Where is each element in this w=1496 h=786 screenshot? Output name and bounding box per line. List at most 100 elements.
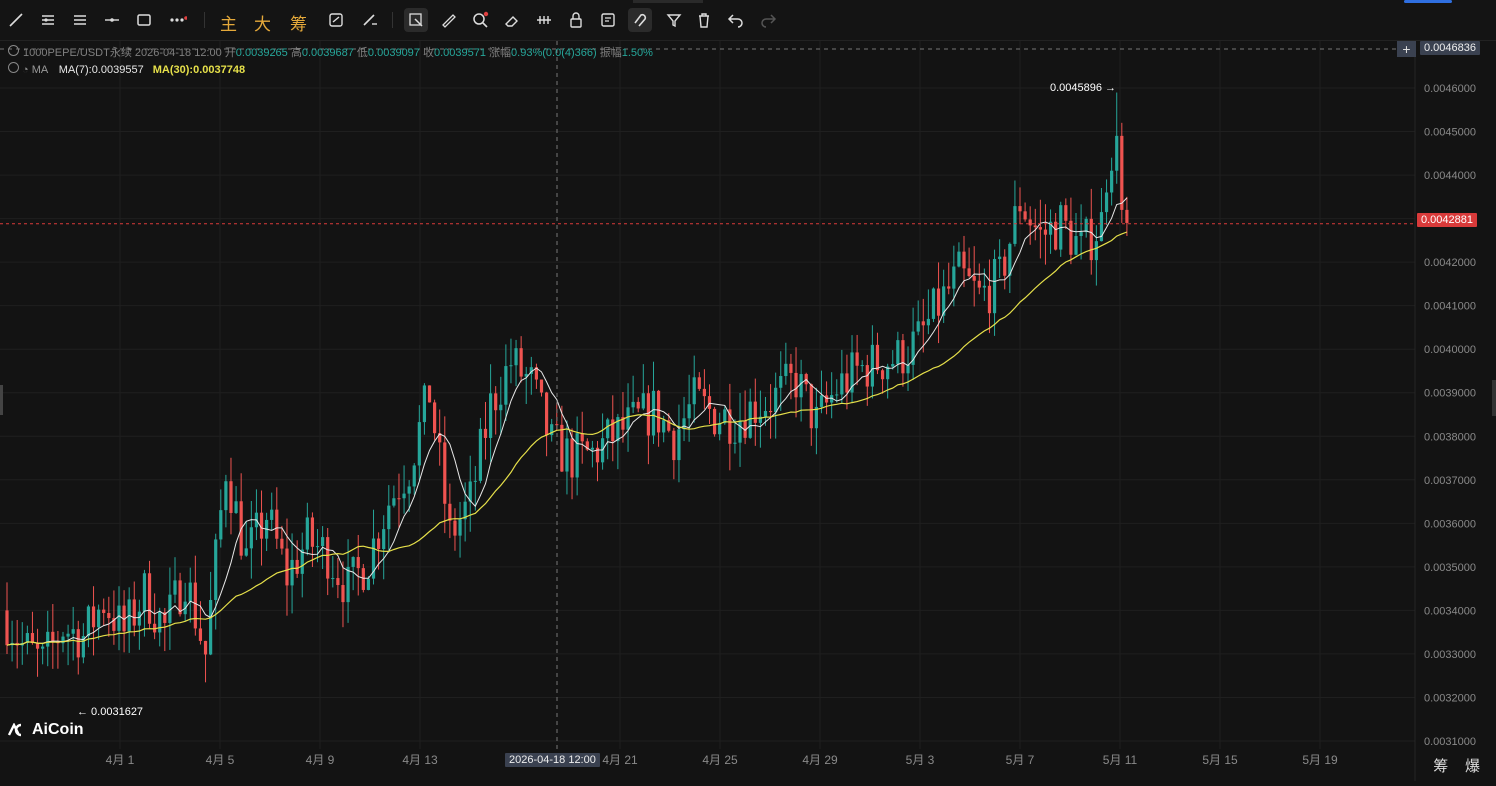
- measure-icon[interactable]: [532, 8, 556, 32]
- eraser-icon[interactable]: [500, 8, 524, 32]
- zoom-icon[interactable]: [468, 8, 492, 32]
- chart-canvas[interactable]: 0.00460000.00450000.00440000.00430000.00…: [0, 41, 1496, 781]
- candle-body: [1089, 218, 1093, 261]
- more-icon[interactable]: [166, 8, 190, 32]
- filter-icon[interactable]: [662, 8, 686, 32]
- high-label: 高: [290, 47, 302, 59]
- candle-body: [580, 433, 584, 442]
- y-tick-label: 0.0046000: [1424, 83, 1476, 95]
- toolbar-divider: [392, 12, 393, 28]
- candle-body: [947, 286, 951, 289]
- candle-body: [341, 585, 345, 603]
- candle-body: [784, 363, 788, 377]
- undo-icon[interactable]: [724, 8, 748, 32]
- redo-icon[interactable]: [756, 8, 780, 32]
- x-tick-label: 4月 13: [402, 753, 438, 767]
- open-value: 0.0039265: [235, 47, 288, 59]
- candle-body: [1043, 229, 1048, 235]
- candle-body: [1120, 135, 1124, 210]
- horizontal-lines-icon[interactable]: [68, 8, 92, 32]
- candle-body: [606, 419, 610, 439]
- candle-body: [351, 557, 355, 567]
- candle-body: [936, 288, 941, 316]
- candle-body: [697, 377, 701, 389]
- candle-body: [656, 390, 661, 433]
- candle-body: [880, 370, 885, 380]
- y-tick-label: 0.0039000: [1424, 388, 1476, 400]
- visibility-icon[interactable]: [8, 62, 19, 73]
- candle-body: [51, 631, 55, 642]
- candle-body: [1104, 192, 1109, 213]
- candle-body: [229, 481, 233, 513]
- candle-body: [1115, 135, 1119, 171]
- candle-body: [193, 582, 197, 629]
- screenshot-icon[interactable]: [324, 8, 348, 32]
- symbol-label: 1000PEPE/USDT永续 2026-04-18 12:00: [23, 47, 222, 59]
- candle-body: [998, 256, 1002, 260]
- candle-body: [158, 612, 162, 633]
- chip-distribution-button[interactable]: 筹: [290, 10, 307, 35]
- magnet-icon[interactable]: [628, 8, 652, 32]
- x-tick-label: 5月 3: [906, 753, 935, 767]
- candle-body: [214, 539, 218, 600]
- note-icon[interactable]: [596, 8, 620, 32]
- candle-body: [97, 609, 101, 628]
- large-orders-button[interactable]: 大: [254, 10, 271, 35]
- candle-body: [982, 285, 986, 288]
- candle-body: [779, 376, 783, 388]
- candle-body: [819, 395, 824, 407]
- horizontal-ray-icon[interactable]: [100, 8, 124, 32]
- select-icon[interactable]: [404, 8, 428, 32]
- bottom-right-tools[interactable]: 筹 爆: [1433, 755, 1486, 776]
- candle-body: [992, 259, 997, 314]
- candle-body: [824, 395, 829, 403]
- lock-icon[interactable]: [564, 8, 588, 32]
- candle-body: [514, 348, 518, 366]
- candle-body: [931, 288, 936, 319]
- trash-icon[interactable]: [692, 8, 716, 32]
- parallel-lines-icon[interactable]: [36, 8, 60, 32]
- rectangle-icon[interactable]: [132, 8, 156, 32]
- change-value: 0.93%(0.0(4)366): [511, 47, 597, 59]
- candle-body: [1125, 209, 1129, 223]
- candle-body: [636, 401, 640, 409]
- candle-body: [672, 430, 676, 461]
- ruler-icon[interactable]: [436, 8, 460, 32]
- candle-body: [1028, 219, 1032, 226]
- candle-body: [178, 580, 182, 615]
- candle-body: [458, 519, 462, 536]
- candle-body: [66, 633, 70, 637]
- candle-body: [926, 318, 930, 326]
- left-panel-handle[interactable]: [0, 385, 3, 415]
- line-tool-icon[interactable]: [4, 8, 28, 32]
- min-price-label: ← 0.0031627: [77, 706, 144, 718]
- crosshair-plus-icon[interactable]: +: [1397, 41, 1416, 57]
- candle-body: [677, 429, 681, 461]
- candle-body: [427, 385, 432, 403]
- main-indicator-button[interactable]: 主: [220, 10, 237, 35]
- right-panel-handle[interactable]: [1492, 380, 1496, 416]
- brush-icon[interactable]: [358, 8, 382, 32]
- ma7-value: MA(7):0.0039557: [58, 64, 144, 76]
- candle-body: [875, 344, 880, 371]
- candle-body: [203, 640, 208, 655]
- candle-body: [377, 538, 381, 550]
- alert-bell-icon[interactable]: ◔: [22, 64, 29, 76]
- kline-chart[interactable]: 0.00460000.00450000.00440000.00430000.00…: [0, 41, 1496, 781]
- candle-body: [753, 401, 757, 423]
- candle-body: [321, 537, 325, 547]
- candle-body: [91, 606, 96, 628]
- candle-body: [361, 568, 365, 590]
- candle-body: [499, 404, 503, 411]
- candle-body: [835, 394, 839, 396]
- candle-body: [249, 527, 253, 549]
- candle-body: [855, 352, 859, 366]
- candle-body: [519, 348, 523, 377]
- y-tick-label: 0.0045000: [1424, 127, 1476, 139]
- candle-body: [209, 599, 213, 655]
- x-tick-label: 5月 7: [1006, 753, 1035, 767]
- candle-body: [809, 384, 813, 429]
- candle-body: [76, 629, 80, 658]
- candle-body: [967, 268, 971, 277]
- candle-body: [473, 480, 477, 482]
